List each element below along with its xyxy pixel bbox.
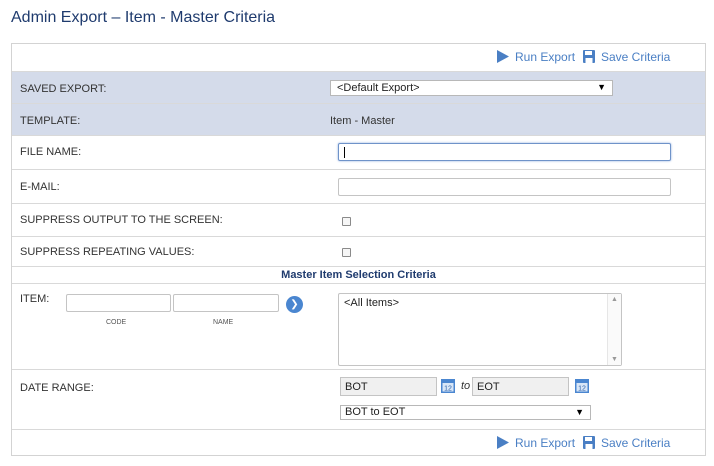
saved-export-row: SAVED EXPORT: <Default Export> ▼ <box>12 71 705 103</box>
suppress-output-checkbox[interactable] <box>342 217 351 226</box>
saved-export-label: SAVED EXPORT: <box>20 83 107 95</box>
suppress-output-row: SUPPRESS OUTPUT TO THE SCREEN: <box>12 203 705 236</box>
file-name-input[interactable] <box>338 143 671 161</box>
date-from-value: BOT <box>345 381 368 393</box>
save-criteria-button[interactable]: Save Criteria <box>582 435 670 450</box>
text-cursor <box>344 147 345 158</box>
file-name-label: FILE NAME: <box>20 146 82 158</box>
name-caption: NAME <box>213 319 234 326</box>
saved-export-select[interactable]: <Default Export> ▼ <box>330 80 613 96</box>
run-export-label: Run Export <box>515 435 576 450</box>
email-row: E-MAIL: <box>12 169 705 203</box>
file-name-row: FILE NAME: <box>12 135 705 169</box>
run-export-label: Run Export <box>515 49 576 64</box>
dropdown-arrow-icon: ▼ <box>575 407 584 417</box>
date-range-value: BOT to EOT <box>345 406 406 418</box>
list-item[interactable]: <All Items> <box>344 297 616 309</box>
save-criteria-label: Save Criteria <box>601 435 671 450</box>
play-icon <box>497 436 509 449</box>
date-from-input[interactable]: BOT <box>340 377 437 396</box>
date-range-row: DATE RANGE: BOT 12 to EOT 12 BOT to EOT … <box>12 369 705 429</box>
suppress-repeating-row: SUPPRESS REPEATING VALUES: <box>12 236 705 266</box>
saved-export-value: <Default Export> <box>337 82 420 94</box>
email-input[interactable] <box>338 178 671 196</box>
suppress-repeating-label: SUPPRESS REPEATING VALUES: <box>20 246 195 258</box>
calendar-day-text: 12 <box>444 386 452 393</box>
bottom-toolbar: Run Export Save Criteria <box>12 429 705 455</box>
arrow-right-circle-icon: ❯ <box>290 299 299 310</box>
add-item-button[interactable]: ❯ <box>286 296 303 313</box>
scroll-down-icon[interactable]: ▼ <box>611 356 618 363</box>
template-value: Item - Master <box>330 115 395 127</box>
date-range-select[interactable]: BOT to EOT ▼ <box>340 405 591 420</box>
save-criteria-button[interactable]: Save Criteria <box>582 49 670 64</box>
email-label: E-MAIL: <box>20 181 60 193</box>
item-row: ITEM: CODE NAME ❯ <All Items> ▲ ▼ <box>12 283 705 369</box>
date-to-input[interactable]: EOT <box>472 377 569 396</box>
code-caption: CODE <box>106 319 127 326</box>
suppress-repeating-checkbox[interactable] <box>342 248 351 257</box>
suppress-output-label: SUPPRESS OUTPUT TO THE SCREEN: <box>20 214 223 226</box>
run-export-button[interactable]: Run Export <box>496 435 575 450</box>
template-row: TEMPLATE: Item - Master <box>12 103 705 135</box>
date-to-separator: to <box>461 380 471 392</box>
date-range-label: DATE RANGE: <box>20 382 94 394</box>
item-code-input[interactable] <box>66 294 171 312</box>
run-export-button[interactable]: Run Export <box>496 49 575 64</box>
page-title: Admin Export – Item - Master Criteria <box>11 9 276 26</box>
dropdown-arrow-icon: ▼ <box>597 82 606 92</box>
top-toolbar: Run Export Save Criteria <box>12 44 705 70</box>
scroll-up-icon[interactable]: ▲ <box>611 296 618 303</box>
date-to-value: EOT <box>477 381 500 393</box>
section-header-row: Master Item Selection Criteria <box>12 266 705 283</box>
item-name-input[interactable] <box>173 294 279 312</box>
selected-items-list[interactable]: <All Items> ▲ ▼ <box>338 293 622 366</box>
save-criteria-label: Save Criteria <box>601 49 671 64</box>
play-icon <box>497 50 509 63</box>
item-label: ITEM: <box>20 293 50 305</box>
template-label: TEMPLATE: <box>20 115 81 127</box>
export-criteria-panel: Run Export Save Criteria SAVED EXPORT: <… <box>11 43 706 456</box>
calendar-day-text: 12 <box>578 386 586 393</box>
floppy-disk-icon <box>583 436 595 449</box>
scrollbar[interactable]: ▲ ▼ <box>607 294 621 365</box>
calendar-icon[interactable]: 12 <box>574 377 590 394</box>
calendar-icon[interactable]: 12 <box>440 377 456 394</box>
floppy-disk-icon <box>583 50 595 63</box>
section-title: Master Item Selection Criteria <box>281 269 436 281</box>
